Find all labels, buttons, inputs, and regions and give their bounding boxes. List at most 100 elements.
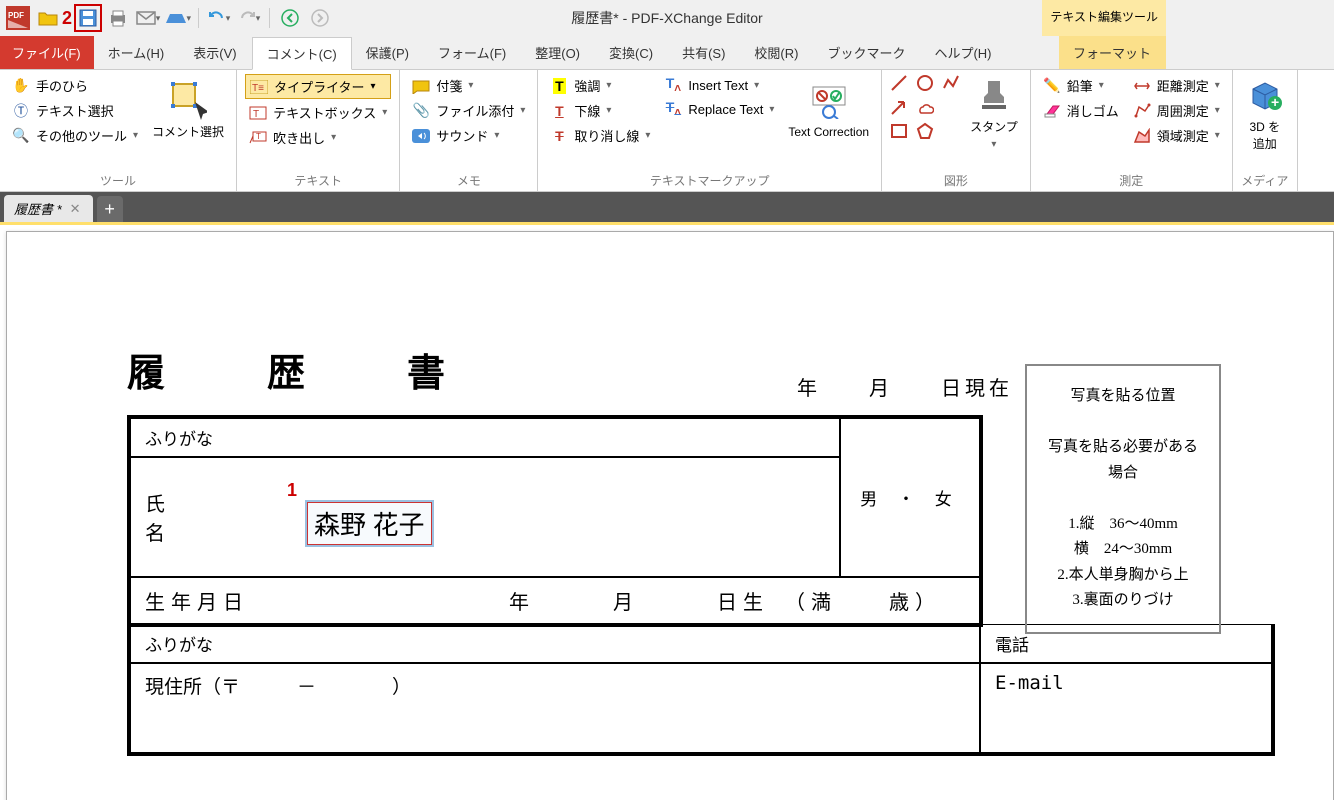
menubar: ファイル(F) ホーム(H) 表示(V) コメント(C) 保護(P) フォーム(…	[0, 36, 1334, 70]
ribbon-group-shape: スタンプ▾ 図形	[882, 70, 1031, 191]
rectangle-icon[interactable]	[890, 122, 908, 140]
svg-text:T≡: T≡	[252, 83, 264, 94]
ribbon-group-measure: ✏️鉛筆▾ 消しゴム 距離測定▾ 周囲測定▾ 領域測定▾ 測定	[1031, 70, 1233, 191]
insert-text-icon: T˄	[664, 76, 682, 94]
markup-text-correction[interactable]: Text Correction	[784, 74, 873, 147]
markup-replace-text[interactable]: T˄Replace Text▾	[660, 98, 778, 120]
underline-icon: T	[550, 102, 568, 120]
menu-protect[interactable]: 保護(P)	[352, 36, 424, 69]
quick-access-toolbar: PDF 2 ▾ ▾ ▾ ▾	[0, 4, 338, 32]
menu-share[interactable]: 共有(S)	[668, 36, 740, 69]
text-textbox[interactable]: Tテキストボックス▾	[245, 101, 391, 124]
cube-3d-icon: +	[1246, 76, 1284, 114]
highlight-icon: T	[550, 77, 568, 95]
measure-perimeter[interactable]: 周囲測定▾	[1129, 99, 1224, 122]
pencil-icon: ✏️	[1043, 77, 1061, 95]
typewriter-annotation[interactable]: 森野 花子	[307, 502, 432, 545]
callout-icon: T	[249, 129, 267, 147]
tool-text-select[interactable]: Ⓣテキスト選択	[8, 99, 142, 122]
menu-help[interactable]: ヘルプ(H)	[920, 36, 1006, 69]
circle-icon[interactable]	[916, 74, 934, 92]
memo-sticky[interactable]: 付箋▾	[408, 74, 529, 97]
line-icon[interactable]	[890, 74, 908, 92]
replace-text-icon: T˄	[664, 100, 682, 118]
menu-comment[interactable]: コメント(C)	[252, 37, 352, 70]
measure-eraser[interactable]: 消しゴム	[1039, 99, 1123, 122]
hand-icon: ✋	[12, 77, 30, 95]
ribbon-label-text: テキスト	[245, 172, 391, 189]
resume-form-table: ふりがな 男 ・ 女 氏 名 生年月日 年 月 日生 （満 歳）	[127, 415, 983, 627]
field-dob: 生年月日 年 月 日生 （満 歳）	[130, 577, 980, 624]
ribbon-group-text: T≡タイプライター▾ Tテキストボックス▾ T吹き出し▾ テキスト	[237, 70, 400, 191]
tool-other[interactable]: 🔍その他のツール▾	[8, 124, 142, 147]
tool-hand[interactable]: ✋手のひら	[8, 74, 142, 97]
menu-form[interactable]: フォーム(F)	[424, 36, 521, 69]
arrow-icon[interactable]	[890, 98, 908, 116]
ribbon: ✋手のひら Ⓣテキスト選択 🔍その他のツール▾ コメント選択 ツール T≡タイプ…	[0, 70, 1334, 192]
cloud-icon[interactable]	[916, 98, 934, 116]
menu-bookmark[interactable]: ブックマーク	[813, 36, 920, 69]
document-tab-label: 履歴書 *	[14, 199, 62, 218]
nav-forward-icon[interactable]	[306, 4, 334, 32]
stamp-icon	[975, 76, 1013, 114]
sticky-note-icon	[412, 77, 430, 95]
ribbon-group-media: + 3D を追加 メディア	[1233, 70, 1298, 191]
pdf-page: 履 歴 書 年 月 日現在 ふりがな 男 ・ 女 氏 名 生年月日 年 月 日生…	[6, 231, 1334, 800]
measure-distance[interactable]: 距離測定▾	[1129, 74, 1224, 97]
polyline-icon[interactable]	[942, 74, 960, 92]
perimeter-icon	[1133, 102, 1151, 120]
add-tab-button[interactable]: +	[97, 196, 123, 222]
ribbon-group-markup: T強調▾ T下線▾ T取り消し線▾ T˄Insert Text▾ T˄Repla…	[538, 70, 882, 191]
document-viewport[interactable]: 履 歴 書 年 月 日現在 ふりがな 男 ・ 女 氏 名 生年月日 年 月 日生…	[0, 222, 1334, 800]
scan-icon[interactable]: ▾	[164, 4, 192, 32]
field-gender: 男 ・ 女	[840, 418, 980, 577]
measure-area[interactable]: 領域測定▾	[1129, 124, 1224, 147]
context-tab-group: テキスト編集ツール	[1042, 0, 1166, 36]
markup-insert-text[interactable]: T˄Insert Text▾	[660, 74, 778, 96]
measure-pencil[interactable]: ✏️鉛筆▾	[1039, 74, 1123, 97]
menu-convert[interactable]: 変換(C)	[595, 36, 668, 69]
ribbon-label-markup: テキストマークアップ	[546, 172, 873, 189]
area-icon	[1133, 127, 1151, 145]
text-callout[interactable]: T吹き出し▾	[245, 126, 391, 149]
print-icon[interactable]	[104, 4, 132, 32]
memo-attach[interactable]: 📎ファイル添付▾	[408, 99, 529, 122]
media-3d[interactable]: + 3D を追加	[1241, 74, 1289, 154]
field-address: 現住所（〒 － ）	[130, 663, 980, 753]
tool-comment-select[interactable]: コメント選択	[148, 74, 228, 147]
app-icon[interactable]: PDF	[4, 4, 32, 32]
document-tab-strip: 履歴書 * ✕ +	[0, 192, 1334, 222]
eraser-icon	[1043, 102, 1061, 120]
open-icon[interactable]	[34, 4, 62, 32]
ribbon-label-shape: 図形	[890, 172, 1022, 189]
email-icon[interactable]: ▾	[134, 4, 162, 32]
save-icon[interactable]	[74, 4, 102, 32]
undo-icon[interactable]: ▾	[205, 4, 233, 32]
comment-select-icon	[169, 81, 207, 119]
redo-icon[interactable]: ▾	[235, 4, 263, 32]
menu-file[interactable]: ファイル(F)	[0, 36, 94, 69]
polygon-icon[interactable]	[916, 122, 934, 140]
markup-strikeout[interactable]: T取り消し線▾	[546, 124, 654, 147]
memo-sound[interactable]: サウンド▾	[408, 124, 529, 147]
menu-format[interactable]: フォーマット	[1059, 36, 1166, 69]
nav-back-icon[interactable]	[276, 4, 304, 32]
strikeout-icon: T	[550, 127, 568, 145]
close-tab-icon[interactable]: ✕	[70, 201, 81, 217]
text-select-icon: Ⓣ	[12, 102, 30, 120]
document-tab[interactable]: 履歴書 * ✕	[4, 195, 93, 222]
menu-view[interactable]: 表示(V)	[179, 36, 251, 69]
doc-date-row: 年 月 日現在	[797, 372, 1013, 401]
ribbon-label-media: メディア	[1241, 172, 1289, 189]
menu-organize[interactable]: 整理(O)	[521, 36, 595, 69]
text-typewriter[interactable]: T≡タイプライター▾	[245, 74, 391, 99]
shape-stamp[interactable]: スタンプ▾	[966, 74, 1022, 152]
sound-icon	[412, 127, 430, 145]
markup-highlight[interactable]: T強調▾	[546, 74, 654, 97]
menu-review[interactable]: 校閲(R)	[740, 36, 813, 69]
menu-home[interactable]: ホーム(H)	[94, 36, 180, 69]
distance-icon	[1133, 77, 1151, 95]
markup-underline[interactable]: T下線▾	[546, 99, 654, 122]
textbox-icon: T	[249, 104, 267, 122]
ribbon-label-measure: 測定	[1039, 172, 1224, 189]
